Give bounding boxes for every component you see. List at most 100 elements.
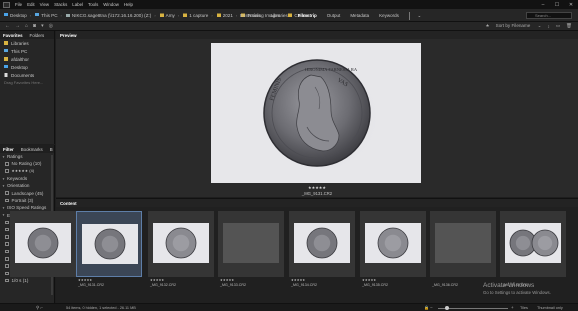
thumbnail[interactable] <box>10 211 76 289</box>
tab-folders[interactable]: Folders <box>30 33 45 38</box>
filter-checkbox[interactable] <box>5 249 9 254</box>
disclosure-triangle-icon[interactable]: ▼ <box>2 213 5 217</box>
thumbnail-frame[interactable] <box>76 211 142 277</box>
workspace-menu-chevron-icon[interactable]: ⌄ <box>417 13 421 19</box>
thumbnail-frame[interactable] <box>10 211 76 277</box>
forward-arrow-icon[interactable]: → <box>15 23 20 29</box>
workspace-libraries[interactable]: Libraries <box>271 13 288 18</box>
open-in-camera-raw-icon[interactable]: ◎ <box>49 23 53 29</box>
thumbnail[interactable]: _MG_9136.CR2 <box>430 211 496 289</box>
menu-view[interactable]: View <box>40 2 49 7</box>
filter-checkbox[interactable] <box>5 227 9 232</box>
sort-dropdown[interactable]: Sort by Filename ⌄ <box>496 23 542 29</box>
disclosure-triangle-icon[interactable]: ▼ <box>2 177 5 181</box>
refine-icon[interactable]: ▾ <box>41 23 44 29</box>
filter-checkbox[interactable] <box>5 257 9 261</box>
filter-checkbox[interactable] <box>5 278 9 283</box>
filter-checkbox[interactable] <box>5 264 9 268</box>
thumbnail-only-button[interactable]: Thumbnail only <box>537 306 563 310</box>
workspace-metadata[interactable]: Metadata <box>350 13 369 18</box>
thumbnail-frame[interactable] <box>218 211 284 277</box>
star-filter-icon[interactable]: ★ <box>486 23 490 29</box>
favorite-user-folder[interactable]: afdalthor <box>0 55 54 63</box>
breadcrumb-network-drive[interactable]: NIKCG.sage8tna (\\172.16.16.200) (Z:) <box>65 13 151 18</box>
thumbnail[interactable]: ★★★★★ _MG_9132.CR2 <box>148 211 214 289</box>
delete-icon[interactable]: 🗑 <box>566 23 572 29</box>
filter-checkbox[interactable] <box>5 162 9 166</box>
favorite-desktop[interactable]: Desktop <box>0 63 54 71</box>
tab-favorites[interactable]: Favorites <box>3 33 23 38</box>
tab-content[interactable]: Content <box>60 201 77 206</box>
menu-help[interactable]: Help <box>124 2 133 7</box>
view-tiles-button[interactable]: Tiles <box>520 306 528 310</box>
thumbnail[interactable]: ★★★★★ _MG_9131.CR2 <box>76 211 142 289</box>
disclosure-triangle-icon[interactable]: ▼ <box>2 206 5 210</box>
back-arrow-icon[interactable]: ← <box>5 23 10 29</box>
tab-b[interactable]: B <box>50 147 53 152</box>
workspace-filmstrip[interactable]: Filmstrip <box>298 13 317 18</box>
filter-item[interactable]: ★★★★★ (4) <box>0 168 54 175</box>
maximize-button[interactable]: ☐ <box>550 2 564 8</box>
menu-stacks[interactable]: Stacks <box>54 2 67 7</box>
disclosure-triangle-icon[interactable]: ▼ <box>2 184 5 188</box>
search-input[interactable]: Search... <box>526 11 572 19</box>
filter-checkbox[interactable] <box>5 242 9 246</box>
favorite-libraries[interactable]: Libraries <box>0 39 54 47</box>
workspace-essentials[interactable]: Essentials <box>240 13 261 18</box>
thumbnail-frame[interactable] <box>148 211 214 277</box>
filter-item[interactable]: No Rating (10) <box>0 160 54 167</box>
thumbnail-rating[interactable]: ★★★★★ <box>291 278 305 282</box>
filter-item[interactable]: Landscape (45) <box>0 189 54 196</box>
thumbnail[interactable]: ★★★★★ _MG_9133.CR2 <box>218 211 284 289</box>
breadcrumb-capture[interactable]: 1 capture <box>183 13 208 18</box>
menu-tools[interactable]: Tools <box>88 2 98 7</box>
thumbnail-rating[interactable]: ★★★★★ <box>150 278 164 282</box>
zoom-in-icon[interactable]: + <box>511 305 514 310</box>
menu-window[interactable]: Window <box>103 2 119 7</box>
preview-rating[interactable]: ★★★★★ <box>56 185 578 190</box>
status-icons[interactable]: ⚲ ⌐ <box>36 305 43 311</box>
thumbnail[interactable]: _MG_9137.CR2 <box>500 211 566 289</box>
camera-icon[interactable]: ◙ <box>33 23 36 29</box>
workspace-output[interactable]: Output <box>327 13 341 18</box>
thumbnail-frame[interactable] <box>289 211 355 277</box>
thumbnail[interactable]: ★★★★★ _MG_9134.CR2 <box>289 211 355 289</box>
zoom-out-icon[interactable]: − <box>430 305 433 310</box>
thumbnail-frame[interactable] <box>360 211 426 277</box>
thumbnail-size-slider[interactable] <box>438 306 508 310</box>
filter-checkbox[interactable] <box>5 220 9 225</box>
filter-checkbox[interactable] <box>5 235 9 239</box>
new-folder-icon[interactable]: ▭ <box>556 23 560 29</box>
filter-checkbox[interactable] <box>5 191 9 195</box>
filter-checkbox[interactable] <box>5 198 9 203</box>
preview-image[interactable]: FEMINIS VAS IERONIMA FARNESIA RA <box>211 43 421 183</box>
filter-checkbox[interactable] <box>5 169 9 173</box>
breadcrumb-desktop[interactable]: Desktop <box>4 13 27 18</box>
sort-direction-icon[interactable]: ↕ <box>548 24 550 29</box>
disclosure-triangle-icon[interactable]: ▼ <box>2 155 5 159</box>
menu-edit[interactable]: Edit <box>27 2 35 7</box>
tab-filter[interactable]: Filter <box>3 147 14 152</box>
lock-icon[interactable]: 🔒 <box>424 305 429 310</box>
menu-label[interactable]: Label <box>72 2 83 7</box>
favorite-documents[interactable]: Documents <box>0 71 54 79</box>
favorite-this-pc[interactable]: This PC <box>0 47 54 55</box>
thumbnail-frame[interactable] <box>430 211 496 277</box>
breadcrumb-2021[interactable]: 2021 <box>216 13 233 18</box>
thumbnail-rating[interactable]: ★★★★★ <box>220 278 234 282</box>
thumbnail-frame[interactable] <box>500 211 566 277</box>
filter-section-header[interactable]: ▼ Keywords <box>0 175 54 182</box>
filter-section-header[interactable]: ▼ Ratings <box>0 153 54 160</box>
slider-knob[interactable] <box>445 306 449 310</box>
menu-file[interactable]: File <box>15 2 22 7</box>
thumbnail[interactable]: ★★★★★ _MG_9135.CR2 <box>360 211 426 289</box>
filter-section-header[interactable]: ▼ Orientation <box>0 182 54 189</box>
tab-preview[interactable]: Preview <box>60 33 77 38</box>
recent-folders-icon[interactable]: ⌂ <box>25 23 28 29</box>
breadcrumb-this-pc[interactable]: This PC <box>35 13 58 18</box>
tab-bookmarks[interactable]: Bookmarks <box>21 147 43 152</box>
thumbnail-rating[interactable]: ★★★★★ <box>362 278 376 282</box>
close-button[interactable]: ✕ <box>564 2 578 8</box>
filter-item[interactable]: Portrait (3) <box>0 197 54 204</box>
filter-checkbox[interactable] <box>5 271 9 276</box>
